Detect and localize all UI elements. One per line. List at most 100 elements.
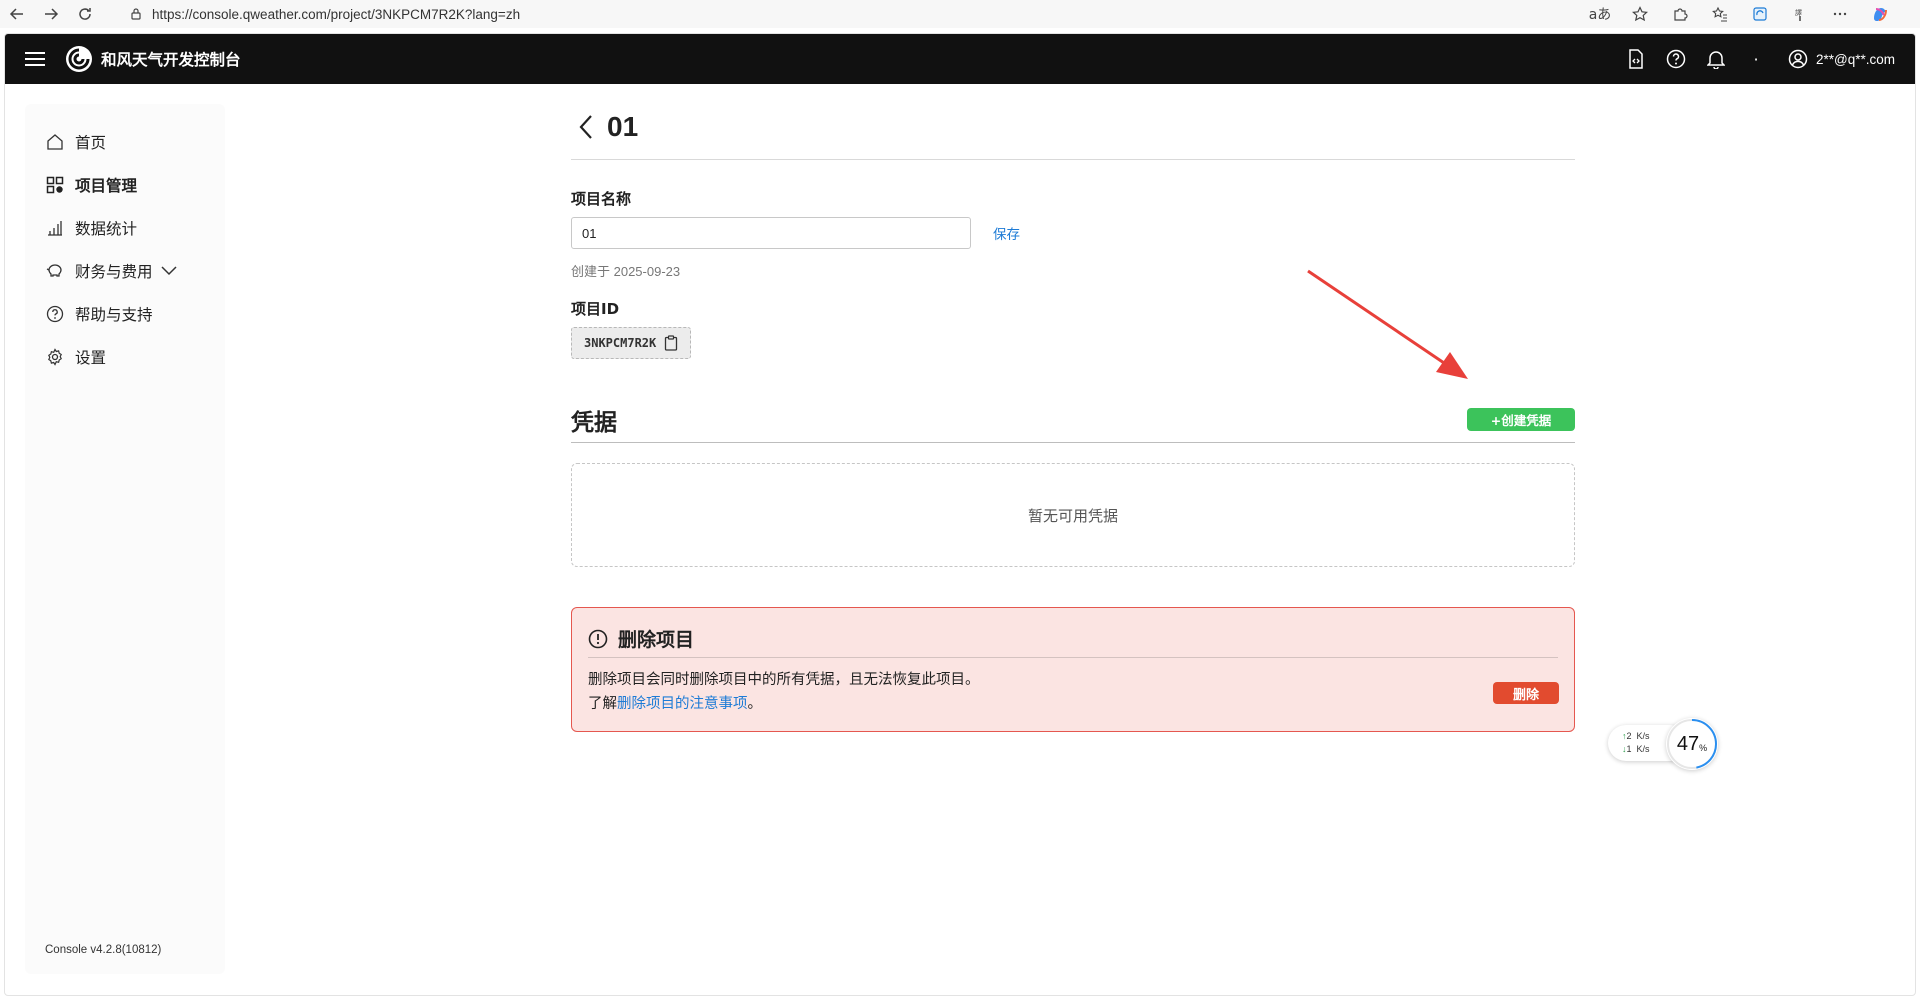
more-horizontal-icon [1833, 12, 1847, 16]
favorites-list-button[interactable] [1700, 0, 1740, 28]
user-email: 2**@q**.com [1816, 51, 1895, 67]
hamburger-menu-button[interactable] [5, 34, 65, 84]
usage-ring-icon [1667, 719, 1717, 769]
sidebar-item-finance[interactable]: 财务与费用 [25, 249, 225, 292]
read-aloud-button[interactable]: aあ [1580, 0, 1620, 28]
sidebar-item-label: 帮助与支持 [75, 305, 153, 324]
memory-usage-circle: 47% [1666, 718, 1718, 770]
chevron-left-icon [579, 114, 592, 139]
copilot-icon [1874, 8, 1887, 21]
delete-project-title: 删除项目 [618, 629, 695, 651]
docs-button[interactable] [1616, 34, 1656, 84]
document-code-icon [1629, 49, 1643, 69]
arrow-right-icon [45, 8, 59, 20]
credentials-header: 凭据 +创建凭据 [571, 397, 1575, 443]
sidebar: 首页 项目管理 数据统计 财务与费用 帮助与支持 设置 Console v4.2… [25, 104, 225, 974]
grid-icon [45, 175, 65, 195]
save-button[interactable]: 保存 [993, 223, 1020, 243]
page-header: 01 [571, 94, 1575, 160]
help-button[interactable] [1656, 34, 1696, 84]
project-id-value: 3NKPCM7R2K [584, 336, 657, 350]
project-detail: 01 项目名称 保存 创建于 2025-09-23 项目ID 3NKPCM7R2… [571, 94, 1575, 732]
delete-project-description: 删除项目会同时删除项目中的所有凭据，且无法恢复此项目。 了解删除项目的注意事项。 [588, 668, 980, 716]
browser-forward-button[interactable] [34, 0, 68, 28]
refresh-icon [79, 8, 91, 20]
svg-text:譯: 譯 [1795, 8, 1802, 17]
alert-circle-icon [588, 629, 608, 648]
sidebar-item-label: 财务与费用 [75, 262, 153, 281]
page-title: 01 [607, 110, 639, 142]
arrow-left-icon [9, 8, 23, 20]
sidebar-item-settings[interactable]: 设置 [25, 335, 225, 378]
help-circle-icon [45, 304, 65, 324]
extensions-button[interactable] [1660, 0, 1700, 28]
notifications-button[interactable] [1696, 34, 1736, 84]
brand-logo[interactable]: 和风天气开发控制台 [65, 45, 241, 73]
browser-refresh-button[interactable] [68, 0, 102, 28]
favorites-list-icon [1712, 6, 1727, 22]
sidebar-item-help[interactable]: 帮助与支持 [25, 292, 225, 335]
url-text: https://console.qweather.com/project/3NK… [152, 6, 521, 22]
browser-toolbar: https://console.qweather.com/project/3NK… [0, 0, 1920, 28]
project-name-input[interactable] [571, 217, 971, 249]
lock-icon [128, 6, 144, 22]
created-date: 创建于 2025-09-23 [571, 264, 681, 279]
delete-project-header: 删除项目 [588, 620, 1558, 658]
puzzle-icon [1674, 8, 1688, 21]
notes-prefix: 了解 [588, 696, 617, 712]
browser-actions: aあ 譯 [1580, 0, 1900, 28]
extension-dictionary-button[interactable]: 譯 [1780, 0, 1820, 28]
credentials-title: 凭据 [571, 409, 617, 436]
chevron-down-icon[interactable] [160, 262, 177, 280]
star-icon [1632, 6, 1648, 22]
empty-text: 暂无可用凭据 [1027, 506, 1118, 525]
project-id-chip[interactable]: 3NKPCM7R2K [571, 327, 692, 359]
read-aloud-icon: aあ [1588, 7, 1612, 23]
qweather-logo-icon [66, 46, 92, 72]
sidebar-item-label: 数据统计 [75, 219, 138, 238]
delete-warning-text: 删除项目会同时删除项目中的所有凭据，且无法恢复此项目。 [588, 672, 980, 688]
collections-button[interactable] [1740, 0, 1780, 28]
browser-back-button[interactable] [0, 0, 34, 28]
user-account-button[interactable]: 2**@q**.com [1788, 49, 1895, 69]
create-credential-button[interactable]: +创建凭据 [1467, 408, 1575, 431]
piggy-bank-icon [45, 261, 65, 281]
topbar-actions: · 2**@q**.com [1616, 34, 1895, 84]
back-button[interactable] [571, 112, 601, 142]
sidebar-item-home[interactable]: 首页 [25, 120, 225, 163]
brand-name: 和风天气开发控制台 [101, 51, 241, 69]
sidebar-item-label: 首页 [75, 133, 107, 152]
project-name-row: 保存 [571, 217, 1575, 249]
status-dot-text: · [1753, 49, 1759, 69]
home-icon [45, 132, 65, 152]
question-circle-icon [1666, 49, 1686, 69]
dictionary-icon: 譯 [1795, 8, 1802, 21]
more-options-button[interactable] [1820, 0, 1860, 28]
copilot-button[interactable] [1860, 0, 1900, 28]
hamburger-icon [25, 52, 45, 66]
sidebar-item-label: 设置 [75, 348, 107, 367]
address-bar[interactable]: https://console.qweather.com/project/3NK… [118, 3, 1688, 25]
gear-icon [45, 347, 65, 367]
project-name-label: 项目名称 [571, 190, 632, 208]
console-version: Console v4.2.8(10812) [45, 944, 162, 956]
notes-suffix: 。 [747, 696, 763, 712]
sidebar-item-label: 项目管理 [75, 176, 138, 195]
app-window: 和风天气开发控制台 · 2**@q**.com 首页 项目管理 数据统计 财务与… [4, 33, 1916, 996]
delete-notes-link[interactable]: 删除项目的注意事项 [617, 696, 748, 712]
project-id-label: 项目ID [571, 300, 620, 318]
delete-notes-line: 了解删除项目的注意事项。 [588, 692, 980, 716]
clipboard-icon[interactable] [664, 335, 678, 351]
favorite-button[interactable] [1620, 0, 1660, 28]
delete-project-button[interactable]: 删除 [1493, 682, 1559, 704]
delete-project-panel: 删除项目 删除项目会同时删除项目中的所有凭据，且无法恢复此项目。 了解删除项目的… [571, 607, 1575, 732]
network-speed-widget[interactable]: ↑2 K/s ↓1 K/s 47% [1608, 718, 1720, 770]
sidebar-item-statistics[interactable]: 数据统计 [25, 206, 225, 249]
app-topbar: 和风天气开发控制台 · 2**@q**.com [5, 34, 1915, 84]
user-circle-icon [1788, 49, 1808, 69]
collections-icon [1753, 7, 1767, 21]
credentials-empty-state: 暂无可用凭据 [571, 463, 1575, 567]
bell-icon [1707, 51, 1725, 69]
status-dot: · [1736, 34, 1776, 84]
sidebar-item-projects[interactable]: 项目管理 [25, 163, 225, 206]
